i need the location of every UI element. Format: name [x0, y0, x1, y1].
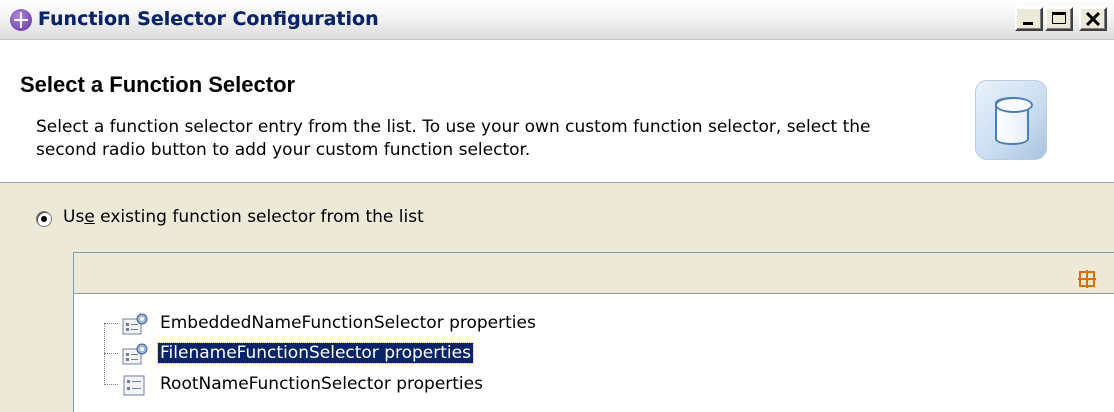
app-icon [10, 9, 32, 31]
list-item-label[interactable]: FilenameFunctionSelector properties [157, 342, 474, 364]
tree-connector [104, 353, 118, 354]
window-title: Function Selector Configuration [38, 8, 379, 30]
list-item-label[interactable]: EmbeddedNameFunctionSelector properties [158, 313, 538, 333]
properties-gear-icon [122, 343, 148, 365]
properties-icon [123, 375, 145, 396]
mnemonic-underline: e [84, 207, 95, 227]
list-item[interactable]: EmbeddedNameFunctionSelector properties [74, 310, 774, 338]
minimize-button[interactable] [1015, 7, 1043, 31]
close-icon [1086, 12, 1100, 26]
page-description: Select a function selector entry from th… [36, 117, 871, 160]
tree-connector [104, 323, 118, 324]
expand-columns-icon[interactable] [1078, 270, 1096, 288]
title-bar[interactable]: Function Selector Configuration [0, 0, 1114, 40]
list-item-label[interactable]: RootNameFunctionSelector properties [158, 374, 485, 394]
use-existing-radio[interactable] [36, 211, 52, 227]
list-header [74, 253, 1114, 294]
tree-connector [104, 384, 118, 385]
properties-gear-icon [122, 313, 148, 335]
list-item[interactable]: FilenameFunctionSelector properties [74, 340, 774, 368]
database-icon [975, 80, 1047, 160]
function-selector-list[interactable]: EmbeddedNameFunctionSelector properties … [73, 252, 1114, 412]
use-existing-radio-label[interactable]: Use existing function selector from the … [63, 207, 424, 227]
maximize-button[interactable] [1045, 7, 1073, 31]
page-title: Select a Function Selector [20, 72, 296, 97]
close-button[interactable] [1079, 7, 1107, 31]
list-item[interactable]: RootNameFunctionSelector properties [74, 371, 774, 399]
